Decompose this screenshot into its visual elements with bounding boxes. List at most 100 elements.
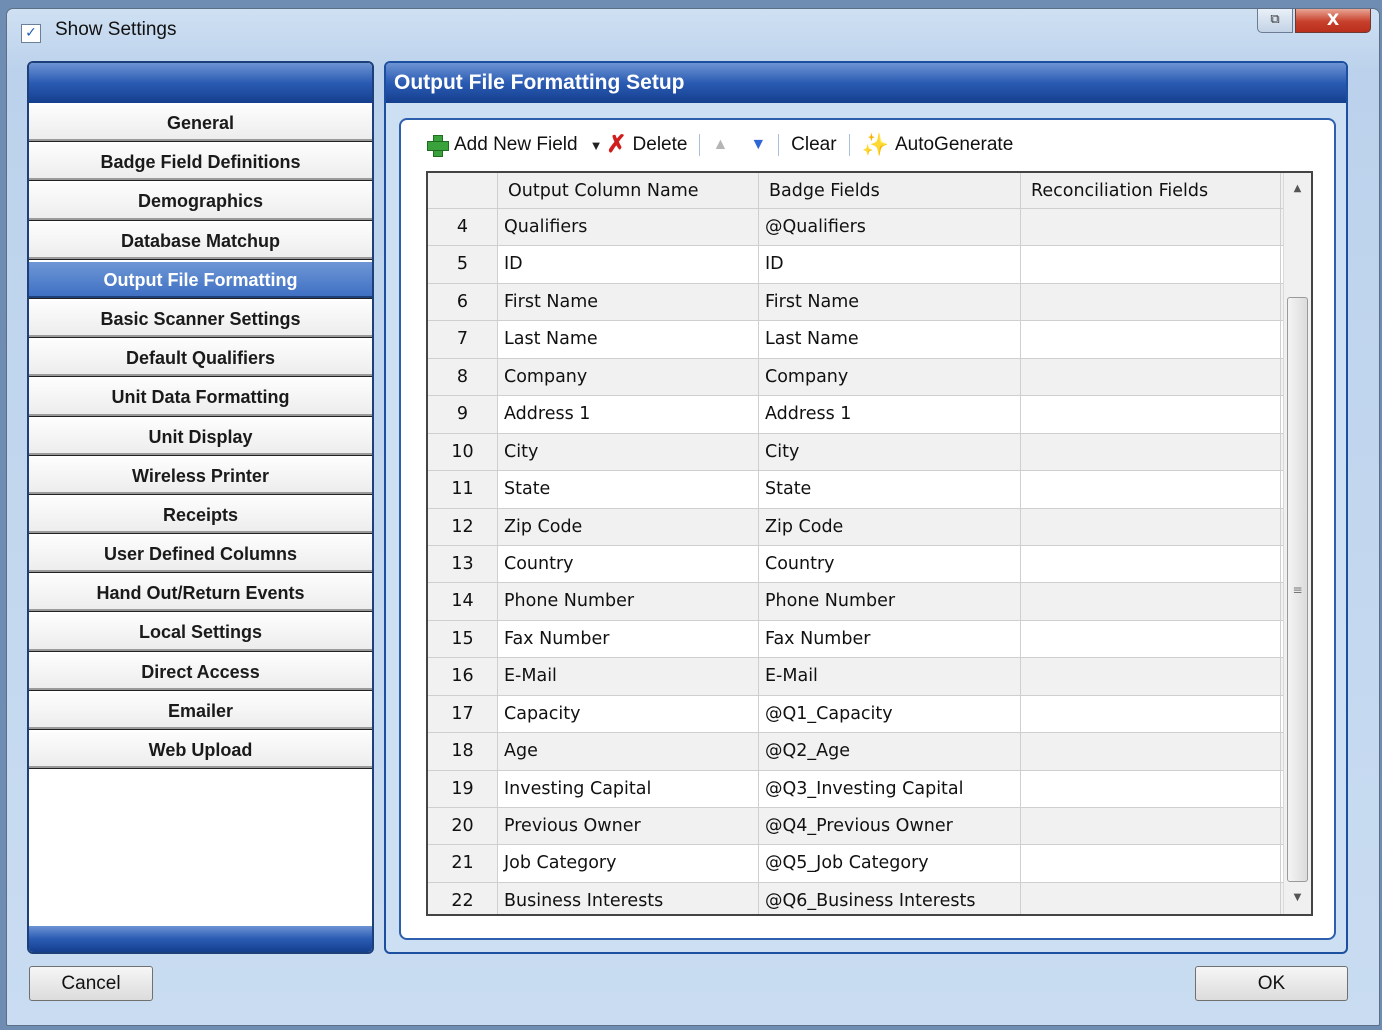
output-name-cell[interactable]: Phone Number — [498, 583, 759, 620]
badge-field-cell[interactable]: ID — [759, 246, 1021, 283]
badge-field-cell[interactable]: @Q2_Age — [759, 733, 1021, 770]
table-row[interactable]: 12 Zip Code Zip Code — [428, 508, 1311, 546]
table-row[interactable]: 21 Job Category @Q5_Job Category — [428, 845, 1311, 883]
output-name-cell[interactable]: Fax Number — [498, 620, 759, 658]
reconciliation-cell[interactable] — [1021, 845, 1281, 882]
table-row[interactable]: 5 ID ID — [428, 246, 1311, 284]
output-name-cell[interactable]: Capacity — [498, 695, 759, 733]
badge-field-cell[interactable]: City — [759, 433, 1021, 471]
column-header-output-name[interactable]: Output Column Name — [498, 173, 759, 208]
column-header-badge-fields[interactable]: Badge Fields — [759, 173, 1021, 208]
arrow-up-icon[interactable]: ▲ — [712, 136, 728, 154]
table-row[interactable]: 19 Investing Capital @Q3_Investing Capital — [428, 770, 1311, 808]
table-row[interactable]: 13 Country Country — [428, 545, 1311, 584]
output-name-cell[interactable]: E-Mail — [498, 658, 759, 695]
table-row[interactable]: 11 State State — [428, 471, 1311, 509]
output-name-cell[interactable]: Zip Code — [498, 508, 759, 545]
table-row[interactable]: 8 Company Company — [428, 358, 1311, 397]
output-name-cell[interactable]: Company — [498, 358, 759, 396]
badge-field-cell[interactable]: @Q5_Job Category — [759, 845, 1021, 882]
reconciliation-cell[interactable] — [1021, 808, 1281, 845]
sidebar-item-basic-scanner-settings[interactable]: Basic Scanner Settings — [29, 298, 372, 339]
reconciliation-cell[interactable] — [1021, 620, 1281, 658]
table-row[interactable]: 6 First Name First Name — [428, 283, 1311, 322]
sidebar-item-receipts[interactable]: Receipts — [29, 494, 372, 535]
reconciliation-cell[interactable] — [1021, 283, 1281, 321]
sidebar-item-demographics[interactable]: Demographics — [29, 181, 372, 221]
sidebar-item-direct-access[interactable]: Direct Access — [29, 651, 372, 691]
sidebar-item-badge-field-definitions[interactable]: Badge Field Definitions — [29, 142, 372, 182]
delete-button[interactable]: ✗ Delete — [606, 130, 687, 160]
badge-field-cell[interactable]: Address 1 — [759, 396, 1021, 433]
badge-field-cell[interactable]: Last Name — [759, 321, 1021, 358]
reconciliation-cell[interactable] — [1021, 695, 1281, 733]
badge-field-cell[interactable]: First Name — [759, 283, 1021, 321]
sidebar-item-wireless-printer[interactable]: Wireless Printer — [29, 455, 372, 495]
table-row[interactable]: 7 Last Name Last Name — [428, 321, 1311, 359]
output-name-cell[interactable]: ID — [498, 246, 759, 283]
table-row[interactable]: 16 E-Mail E-Mail — [428, 658, 1311, 696]
reconciliation-cell[interactable] — [1021, 471, 1281, 508]
table-row[interactable]: 18 Age @Q2_Age — [428, 733, 1311, 771]
reconciliation-cell[interactable] — [1021, 321, 1281, 358]
arrow-down-icon[interactable]: ▼ — [750, 136, 766, 154]
table-row[interactable]: 9 Address 1 Address 1 — [428, 396, 1311, 434]
sidebar-item-user-defined-columns[interactable]: User Defined Columns — [29, 534, 372, 574]
sidebar-item-web-upload[interactable]: Web Upload — [29, 730, 372, 770]
scroll-down-icon[interactable]: ▼ — [1284, 886, 1311, 910]
sidebar-item-default-qualifiers[interactable]: Default Qualifiers — [29, 338, 372, 378]
table-row[interactable]: 22 Business Interests @Q6_Business Interes… — [428, 882, 1311, 914]
reconciliation-cell[interactable] — [1021, 770, 1281, 807]
badge-field-cell[interactable]: State — [759, 471, 1021, 508]
ok-button[interactable]: OK — [1195, 966, 1348, 1001]
badge-field-cell[interactable]: @Q3_Investing Capital — [759, 770, 1021, 807]
badge-field-cell[interactable]: @Q4_Previous Owner — [759, 808, 1021, 845]
reconciliation-cell[interactable] — [1021, 583, 1281, 620]
badge-field-cell[interactable]: Zip Code — [759, 508, 1021, 545]
clear-button[interactable]: Clear — [791, 130, 836, 160]
sidebar-item-unit-data-formatting[interactable]: Unit Data Formatting — [29, 377, 372, 417]
reconciliation-cell[interactable] — [1021, 358, 1281, 396]
reconciliation-cell[interactable] — [1021, 545, 1281, 583]
output-name-cell[interactable]: Last Name — [498, 321, 759, 358]
table-row[interactable]: 14 Phone Number Phone Number — [428, 583, 1311, 621]
table-row[interactable]: 15 Fax Number Fax Number — [428, 620, 1311, 659]
sidebar-item-emailer[interactable]: Emailer — [29, 690, 372, 730]
grid-scrollbar[interactable]: ▲ ≡ ▼ — [1283, 173, 1311, 914]
reconciliation-cell[interactable] — [1021, 209, 1281, 246]
badge-field-cell[interactable]: E-Mail — [759, 658, 1021, 695]
output-name-cell[interactable]: Age — [498, 733, 759, 770]
column-header-reconciliation[interactable]: Reconciliation Fields — [1021, 173, 1281, 208]
sidebar-item-unit-display[interactable]: Unit Display — [29, 416, 372, 456]
badge-field-cell[interactable]: Phone Number — [759, 583, 1021, 620]
output-name-cell[interactable]: Previous Owner — [498, 808, 759, 845]
table-row[interactable]: 10 City City — [428, 433, 1311, 472]
sidebar-item-local-settings[interactable]: Local Settings — [29, 612, 372, 652]
output-name-cell[interactable]: Qualifiers — [498, 209, 759, 246]
badge-field-cell[interactable]: @Qualifiers — [759, 209, 1021, 246]
scroll-thumb[interactable]: ≡ — [1287, 297, 1308, 882]
sidebar-item-hand-out-return-events[interactable]: Hand Out/Return Events — [29, 573, 372, 613]
cancel-button[interactable]: Cancel — [29, 966, 153, 1001]
autogenerate-button[interactable]: ✨ AutoGenerate — [862, 130, 1014, 160]
sidebar-item-database-matchup[interactable]: Database Matchup — [29, 220, 372, 260]
output-name-cell[interactable]: Address 1 — [498, 396, 759, 433]
reconciliation-cell[interactable] — [1021, 246, 1281, 283]
reconciliation-cell[interactable] — [1021, 882, 1281, 914]
badge-field-cell[interactable]: @Q1_Capacity — [759, 695, 1021, 733]
reconciliation-cell[interactable] — [1021, 433, 1281, 471]
dropdown-caret-icon[interactable]: ▼ — [590, 138, 603, 153]
badge-field-cell[interactable]: Fax Number — [759, 620, 1021, 658]
output-name-cell[interactable]: Country — [498, 545, 759, 583]
table-row[interactable]: 17 Capacity @Q1_Capacity — [428, 695, 1311, 734]
add-new-field-button[interactable]: Add New Field — [426, 130, 578, 160]
output-name-cell[interactable]: State — [498, 471, 759, 508]
restore-button[interactable]: ⧉ — [1257, 9, 1293, 33]
output-name-cell[interactable]: City — [498, 433, 759, 471]
output-name-cell[interactable]: Job Category — [498, 845, 759, 882]
close-button[interactable]: X — [1295, 9, 1371, 33]
table-row[interactable]: 20 Previous Owner @Q4_Previous Owner — [428, 808, 1311, 846]
reconciliation-cell[interactable] — [1021, 658, 1281, 695]
badge-field-cell[interactable]: Country — [759, 545, 1021, 583]
scroll-up-icon[interactable]: ▲ — [1284, 177, 1311, 201]
